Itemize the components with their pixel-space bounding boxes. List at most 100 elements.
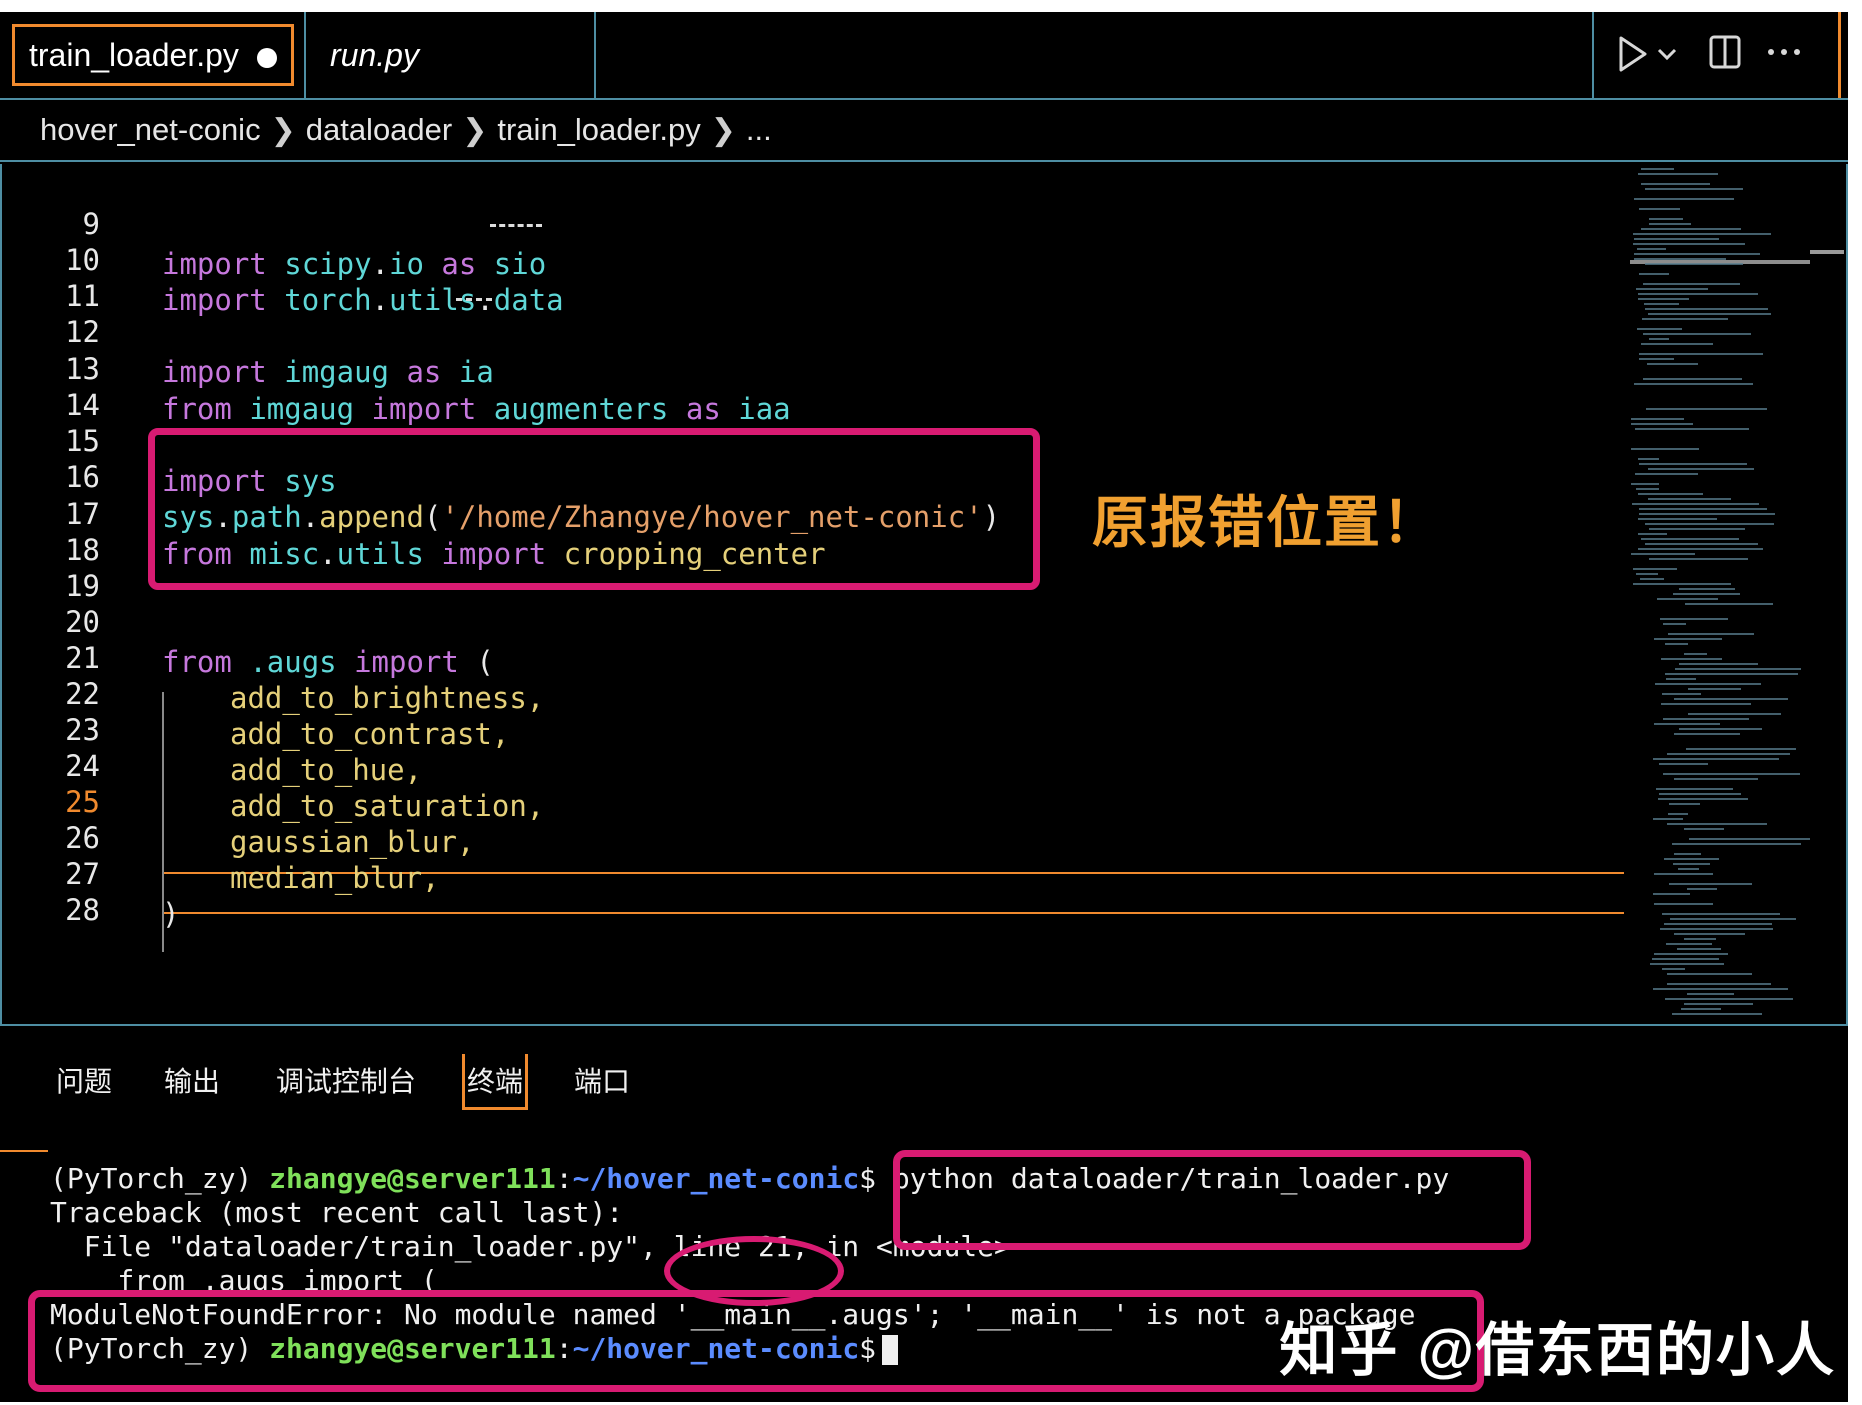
- minimap-line: [1639, 358, 1674, 360]
- minimap-line: [1631, 423, 1693, 425]
- minimap-line: [1641, 538, 1739, 540]
- minimap-line: [1641, 343, 1713, 345]
- code-line: 24 add_to_saturation,: [0, 706, 1620, 823]
- minimap-line: [1687, 993, 1734, 995]
- minimap-line: [1631, 553, 1695, 555]
- minimap-line: [1667, 753, 1790, 755]
- minimap-line: [1638, 298, 1689, 300]
- breadcrumb-item[interactable]: train_loader.py: [497, 112, 700, 148]
- annotation-highlight-box: [148, 428, 1040, 590]
- play-icon[interactable]: [1616, 34, 1650, 74]
- minimap-line: [1644, 303, 1679, 305]
- minimap-line: [1645, 308, 1768, 310]
- minimap-line: [1647, 363, 1698, 365]
- minimap-line: [1642, 318, 1728, 320]
- minimap-line: [1666, 678, 1696, 680]
- minimap-line: [1639, 463, 1747, 465]
- minimap-line: [1672, 843, 1801, 845]
- minimap-line: [1666, 943, 1712, 945]
- minimap-line: [1636, 488, 1659, 490]
- minimap-line: [1635, 473, 1698, 475]
- tab-terminal[interactable]: 终端: [462, 1054, 529, 1110]
- tab-problems[interactable]: 问题: [56, 1054, 112, 1110]
- tab-train-loader[interactable]: train_loader.py: [0, 12, 306, 98]
- minimap-line: [1684, 938, 1716, 940]
- minimap-line: [1653, 758, 1779, 760]
- minimap-line: [1653, 988, 1788, 990]
- minimap-line: [1662, 693, 1701, 695]
- minimap-line: [1652, 958, 1719, 960]
- minimap-line: [1638, 493, 1703, 495]
- minimap-line: [1665, 998, 1793, 1000]
- tab-debug-console[interactable]: 调试控制台: [276, 1054, 416, 1110]
- minimap-line: [1669, 803, 1700, 805]
- minimap-line: [1635, 428, 1749, 430]
- window-edge: [1838, 12, 1848, 98]
- breadcrumb: hover_net-conic ❯ dataloader ❯ train_loa…: [0, 100, 1848, 162]
- minimap-line: [1638, 458, 1659, 460]
- minimap-line: [1655, 683, 1761, 685]
- minimap-line: [1663, 773, 1800, 775]
- code-line-current: 25 gaussian_blur,: [0, 742, 1620, 859]
- code-line: 14: [0, 345, 1620, 422]
- minimap-line: [1654, 953, 1728, 955]
- minimap-line: [1643, 333, 1751, 335]
- terminal-line: File "dataloader/train_loader.py", line …: [50, 1230, 1011, 1263]
- minimap-line: [1648, 468, 1754, 470]
- code-line: 23 add_to_hue,: [0, 670, 1620, 787]
- minimap-line: [1639, 353, 1763, 355]
- breadcrumb-item[interactable]: dataloader: [306, 112, 453, 148]
- breadcrumb-item[interactable]: ...: [746, 112, 772, 148]
- chevron-right-icon: ❯: [270, 113, 296, 147]
- minimap-line: [1648, 498, 1731, 500]
- minimap-line: [1637, 248, 1666, 250]
- minimap-line: [1674, 698, 1788, 700]
- minimap-line: [1631, 448, 1699, 450]
- tab-run[interactable]: run.py: [306, 12, 596, 98]
- annotation-highlight-box: [893, 1150, 1531, 1250]
- chevron-down-icon[interactable]: [1656, 46, 1678, 62]
- minimap-line: [1645, 263, 1743, 265]
- minimap-line: [1636, 573, 1658, 575]
- tab-label: run.py: [330, 36, 419, 73]
- minimap[interactable]: [1630, 164, 1810, 1024]
- minimap-line: [1684, 653, 1707, 655]
- minimap-line: [1672, 1013, 1762, 1015]
- minimap-line: [1649, 558, 1748, 560]
- scrollbar-thumb[interactable]: [1810, 250, 1844, 254]
- minimap-line: [1633, 233, 1771, 235]
- minimap-line: [1634, 253, 1760, 255]
- minimap-line: [1638, 293, 1758, 295]
- minimap-line: [1638, 533, 1667, 535]
- minimap-line: [1684, 828, 1724, 830]
- code-area[interactable]: 9 import scipy.io as sio 10 import torch…: [0, 164, 1624, 1024]
- split-editor-icon[interactable]: [1708, 34, 1742, 70]
- minimap-line: [1649, 338, 1669, 340]
- minimap-line: [1662, 968, 1685, 970]
- editor-border: [1846, 164, 1848, 1024]
- tab-ports[interactable]: 端口: [574, 1054, 630, 1110]
- minimap-line: [1639, 508, 1767, 510]
- code-line: 22 add_to_contrast,: [0, 634, 1620, 751]
- minimap-line: [1639, 273, 1669, 275]
- minimap-line: [1667, 973, 1752, 975]
- annotation-highlight-box: [28, 1290, 1484, 1392]
- code-editor[interactable]: 9 import scipy.io as sio 10 import torch…: [0, 164, 1848, 1026]
- minimap-line: [1650, 963, 1724, 965]
- minimap-line: [1645, 188, 1743, 190]
- minimap-line: [1643, 283, 1740, 285]
- chevron-right-icon: ❯: [710, 113, 736, 147]
- minimap-line: [1673, 863, 1710, 865]
- minimap-line: [1677, 948, 1721, 950]
- minimap-line: [1667, 823, 1767, 825]
- breadcrumb-item[interactable]: hover_net-conic: [40, 112, 261, 148]
- minimap-line: [1681, 1008, 1721, 1010]
- more-icon[interactable]: [1766, 46, 1802, 58]
- chevron-right-icon: ❯: [462, 113, 488, 147]
- editor-actions: [1596, 12, 1848, 98]
- tab-output[interactable]: 输出: [164, 1054, 220, 1110]
- minimap-line: [1633, 583, 1731, 585]
- unsaved-dot-icon[interactable]: [257, 48, 277, 68]
- line-number: 28: [65, 893, 100, 927]
- minimap-line: [1658, 798, 1748, 800]
